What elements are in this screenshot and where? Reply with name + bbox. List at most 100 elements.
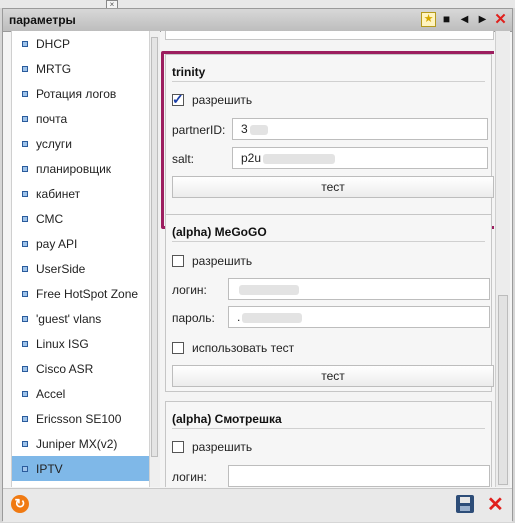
megogo-allow-checkbox[interactable] [172, 255, 184, 267]
cancel-icon[interactable]: ✕ [487, 492, 504, 517]
checkbox-label: использовать тест [192, 341, 295, 355]
section-title: (alpha) MeGoGO [172, 225, 267, 239]
sidebar-item-label: MRTG [36, 61, 72, 76]
sidebar-item-label: Linux ISG [36, 336, 89, 351]
sidebar-item-label: услуги [36, 136, 72, 151]
sidebar-item-label: Free HotSpot Zone [36, 286, 139, 301]
sidebar-item-iptv[interactable]: IPTV [12, 456, 149, 481]
sidebar-item-label: UserSide [36, 261, 86, 276]
smotreshka-login-field[interactable] [228, 465, 490, 487]
sidebar-item-hotspot[interactable]: Free HotSpot Zone [12, 281, 149, 306]
bullet-icon [22, 365, 28, 372]
save-icon[interactable] [456, 495, 474, 513]
sidebar-item-label: Juniper MX(v2) [36, 436, 118, 451]
sidebar-item-label: 'guest' vlans [36, 311, 102, 326]
sidebar-item-cabinet[interactable]: кабинет [12, 181, 149, 206]
sidebar-item-linux-isg[interactable]: Linux ISG [12, 331, 149, 356]
smotreshka-allow-row: разрешить [172, 440, 252, 454]
sidebar-item-log-rotation[interactable]: Ротация логов [12, 81, 149, 106]
sidebar-item-label: DHCP [36, 36, 71, 51]
sidebar-item-userside[interactable]: UserSide [12, 256, 149, 281]
megogo-allow-row: разрешить [172, 254, 252, 268]
bullet-icon [22, 140, 28, 147]
bullet-icon [22, 290, 28, 297]
bullet-icon [22, 390, 28, 397]
sidebar-item-services[interactable]: услуги [12, 131, 149, 156]
title-bar[interactable]: параметры ★ ■ ◀ ▶ ✕ [3, 9, 512, 32]
sidebar-item-label: СМС [36, 211, 64, 226]
sidebar-item-mail[interactable]: почта [12, 106, 149, 131]
star-icon[interactable]: ★ [421, 12, 436, 27]
sidebar-item-label: почта [36, 111, 68, 126]
arrow-left-icon[interactable]: ◀ [457, 12, 472, 27]
sidebar-item-label: IPTV [36, 461, 63, 476]
title-bar-icons: ★ ■ ◀ ▶ ✕ [421, 12, 508, 27]
sidebar-item-label: Ротация логов [36, 86, 117, 101]
redacted-mark [242, 312, 303, 323]
sidebar-item-sms[interactable]: СМС [12, 206, 149, 231]
close-icon[interactable]: ✕ [493, 12, 508, 27]
divider [172, 428, 485, 429]
bullet-icon [22, 265, 28, 272]
sidebar-item-cisco-asr[interactable]: Cisco ASR [12, 356, 149, 381]
bullet-icon [22, 90, 28, 97]
sidebar-item-pay-api[interactable]: pay API [12, 231, 149, 256]
smotreshka-allow-checkbox[interactable] [172, 441, 184, 453]
settings-scrollbar[interactable] [495, 31, 510, 487]
bullet-icon [22, 190, 28, 197]
megogo-test-button[interactable]: тест [172, 365, 494, 387]
window-title: параметры [9, 13, 76, 27]
bullet-icon [22, 315, 28, 322]
megogo-password-field[interactable]: . [228, 306, 490, 328]
settings-panel: trinity разрешить partnerID: 3 salt: p2u… [161, 31, 494, 487]
sidebar-item-ericsson[interactable]: Ericsson SE100 [12, 406, 149, 431]
megogo-login-field[interactable] [228, 278, 490, 300]
sidebar-item-label: кабинет [36, 186, 81, 201]
sidebar-item-scheduler[interactable]: планировщик [12, 156, 149, 181]
sidebar-item-dhcp[interactable]: DHCP [12, 31, 149, 56]
sidebar-item-label: Cisco ASR [36, 361, 94, 376]
megogo-use-test-checkbox[interactable] [172, 342, 184, 354]
arrow-right-icon[interactable]: ▶ [475, 12, 490, 27]
bullet-icon [22, 340, 28, 347]
field-label: пароль: [172, 311, 215, 325]
checkbox-label: разрешить [192, 440, 253, 454]
settings-scrollbar-thumb[interactable] [498, 295, 508, 485]
bullet-icon [22, 40, 28, 47]
field-value: . [237, 310, 241, 324]
bullet-icon [22, 165, 28, 172]
sidebar-scrollbar-thumb[interactable] [151, 37, 158, 457]
sidebar-item-label: pay API [36, 236, 78, 251]
refresh-icon[interactable]: ↻ [11, 495, 29, 513]
sidebar-item-label: планировщик [36, 161, 112, 176]
sidebar-item-label: Ericsson SE100 [36, 411, 122, 426]
sidebar-item-accel[interactable]: Accel [12, 381, 149, 406]
sidebar-scrollbar[interactable] [149, 31, 160, 487]
background-strip [0, 0, 515, 8]
section-megogo: (alpha) MeGoGO разрешить логин: пароль: … [165, 214, 494, 392]
bullet-icon [22, 240, 28, 247]
checkbox-label: разрешить [192, 254, 253, 268]
field-label: логин: [172, 470, 207, 484]
bullet-icon [22, 115, 28, 122]
selection-highlight [161, 51, 494, 229]
redacted-mark [239, 284, 299, 295]
bottom-toolbar: ↻ ✕ [3, 488, 512, 522]
sidebar-item-mrtg[interactable]: MRTG [12, 56, 149, 81]
bullet-icon [22, 465, 28, 472]
bullet-icon [22, 440, 28, 447]
sidebar-list: DHCP MRTG Ротация логов почта услуги пла… [11, 31, 149, 487]
sidebar-item-juniper[interactable]: Juniper MX(v2) [12, 431, 149, 456]
settings-window: параметры ★ ■ ◀ ▶ ✕ DHCP MRTG Ротация ло… [2, 8, 513, 522]
sidebar-item-guest-vlans[interactable]: 'guest' vlans [12, 306, 149, 331]
maximize-icon[interactable]: ■ [439, 12, 454, 27]
section-smotreshka: (alpha) Смотрешка разрешить логин: [165, 401, 492, 487]
bullet-icon [22, 215, 28, 222]
bullet-icon [22, 65, 28, 72]
bullet-icon [22, 415, 28, 422]
section-title: (alpha) Смотрешка [172, 412, 282, 426]
field-label: логин: [172, 283, 207, 297]
megogo-use-test-row: использовать тест [172, 341, 294, 355]
sidebar-item-label: Accel [36, 386, 66, 401]
divider [172, 241, 485, 242]
